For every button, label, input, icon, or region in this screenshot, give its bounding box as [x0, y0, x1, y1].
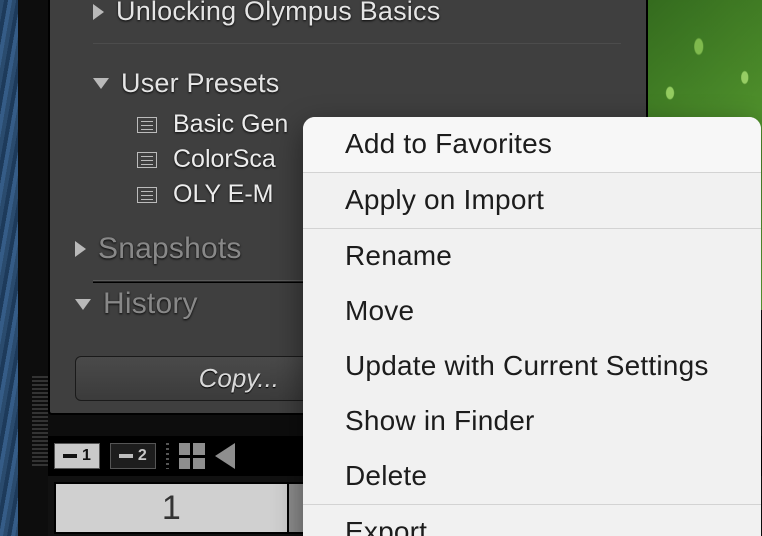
- window-1-button[interactable]: 1: [54, 443, 100, 469]
- ctx-add-to-favorites[interactable]: Add to Favorites: [303, 117, 761, 172]
- preset-item-label: ColorSca: [173, 145, 276, 174]
- ctx-show-in-finder[interactable]: Show in Finder: [303, 394, 761, 449]
- ctx-update-settings[interactable]: Update with Current Settings: [303, 339, 761, 394]
- panel-divider: [93, 43, 621, 44]
- section-label: History: [103, 287, 198, 321]
- disclosure-right-icon: [75, 241, 86, 257]
- preset-folder-label: User Presets: [121, 68, 279, 99]
- preset-folder-expanded[interactable]: User Presets: [75, 62, 621, 107]
- ctx-apply-on-import[interactable]: Apply on Import: [303, 173, 761, 228]
- context-menu: Add to Favorites Apply on Import Rename …: [303, 117, 761, 536]
- ctx-export[interactable]: Export…: [303, 505, 761, 536]
- ctx-move[interactable]: Move: [303, 284, 761, 339]
- vertical-stripe-decoration: [32, 376, 48, 466]
- grid-view-icon[interactable]: [179, 443, 205, 469]
- app-window: Unlocking Olympus Basics User Presets Ba…: [18, 0, 762, 536]
- preset-icon: [137, 117, 157, 133]
- preset-icon: [137, 187, 157, 203]
- ctx-rename[interactable]: Rename: [303, 229, 761, 284]
- copy-button-label: Copy...: [199, 363, 279, 394]
- window-icon: [63, 454, 77, 458]
- window-icon: [119, 454, 133, 458]
- disclosure-down-icon: [93, 78, 109, 89]
- window-button-label: 2: [138, 447, 147, 465]
- disclosure-right-icon: [93, 4, 104, 20]
- preset-item-label: Basic Gen: [173, 110, 288, 139]
- toolbar-separator: [166, 443, 169, 469]
- window-2-button[interactable]: 2: [110, 443, 156, 469]
- preset-folder-label: Unlocking Olympus Basics: [116, 0, 440, 27]
- arrow-left-icon[interactable]: [215, 443, 235, 469]
- preset-icon: [137, 152, 157, 168]
- desktop-background-strip: [0, 0, 18, 536]
- preset-folder-collapsed[interactable]: Unlocking Olympus Basics: [75, 0, 621, 35]
- preset-item-label: OLY E-M: [173, 180, 274, 209]
- section-label: Snapshots: [98, 232, 242, 266]
- disclosure-down-icon: [75, 299, 91, 310]
- ctx-delete[interactable]: Delete: [303, 449, 761, 504]
- window-button-label: 1: [82, 447, 91, 465]
- filmstrip-thumb[interactable]: 1: [56, 484, 289, 532]
